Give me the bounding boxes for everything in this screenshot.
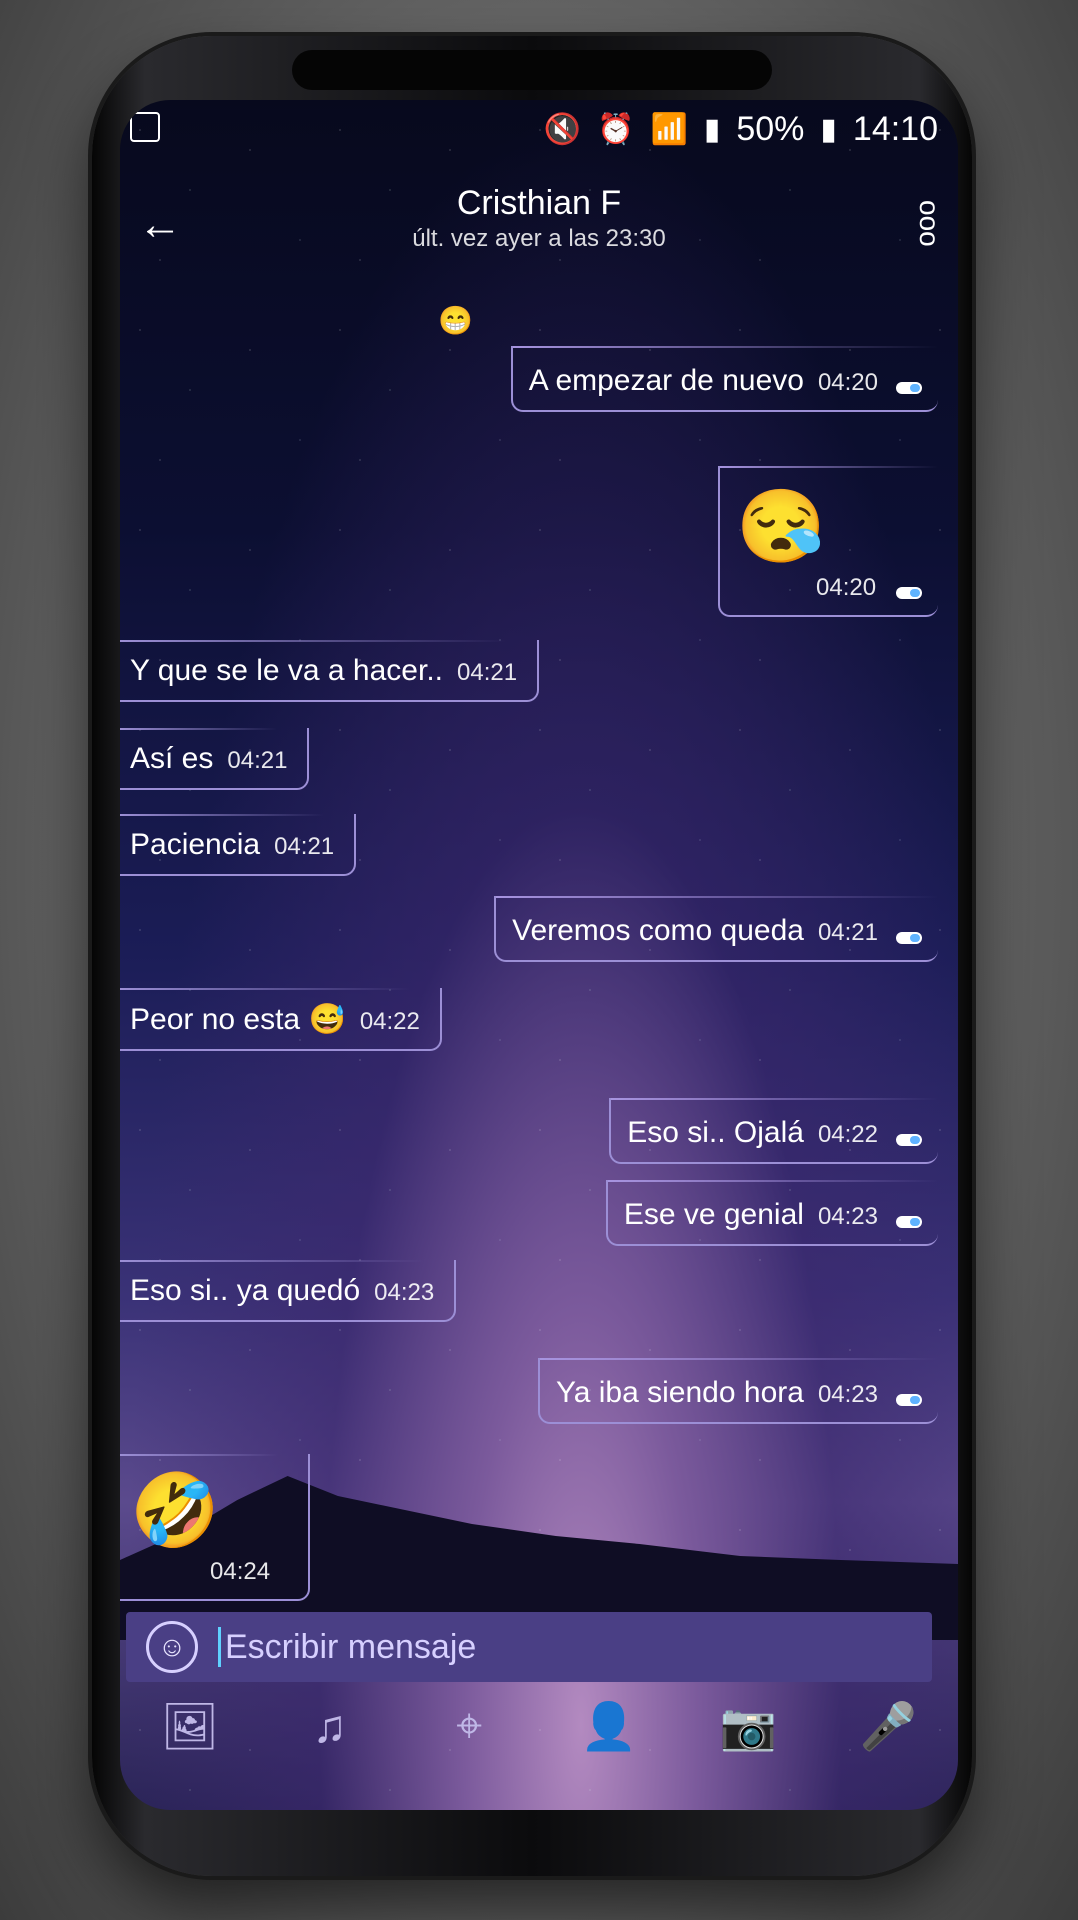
text-caret bbox=[218, 1627, 221, 1667]
message-text: A empezar de nuevo bbox=[528, 364, 804, 397]
message-bubble-outgoing[interactable]: A empezar de nuevo 04:20 bbox=[510, 346, 939, 412]
message-list: 😁 A empezar de nuevo 04:20 😪 04:20 Y que … bbox=[120, 280, 958, 1610]
message-text: Ese ve genial bbox=[623, 1198, 804, 1231]
message-input[interactable]: Escribir mensaje bbox=[225, 1628, 476, 1667]
status-right: 🔇 ⏰ 📶 ▮ 50% ▮ 14:10 bbox=[544, 110, 938, 149]
camera-icon[interactable]: 📷 bbox=[713, 1699, 783, 1754]
message-bubble-incoming[interactable]: Así es 04:21 bbox=[120, 728, 310, 790]
message-bubble-outgoing[interactable]: Eso si.. Ojalá 04:22 bbox=[609, 1098, 938, 1164]
message-time: 04:22 bbox=[359, 1008, 420, 1035]
signal-icon: ▮ bbox=[703, 113, 721, 146]
message-time: 04:21 bbox=[274, 833, 335, 860]
message-bubble-incoming[interactable]: Y que se le va a hacer.. 04:21 bbox=[120, 640, 540, 702]
message-time: 04:20 bbox=[816, 574, 877, 601]
message-time: 04:23 bbox=[817, 1381, 878, 1408]
last-seen: últ. vez ayer a las 23:30 bbox=[412, 225, 666, 252]
wifi-icon: 📶 bbox=[650, 113, 688, 146]
location-icon[interactable]: ⌖ bbox=[434, 1698, 504, 1754]
read-indicator-icon bbox=[896, 587, 922, 599]
message-input-bar[interactable]: ☺ Escribir mensaje bbox=[126, 1612, 932, 1682]
read-indicator-icon bbox=[896, 1394, 922, 1406]
battery-percent: 50% bbox=[736, 110, 805, 148]
message-bubble-outgoing[interactable]: Veremos como queda 04:21 bbox=[494, 896, 938, 962]
message-time: 04:23 bbox=[817, 1203, 878, 1230]
emoji-picker-icon[interactable]: ☺ bbox=[146, 1621, 198, 1673]
message-time: 04:22 bbox=[817, 1121, 878, 1148]
more-options-icon[interactable]: ooo bbox=[914, 200, 945, 247]
message-bubble-incoming[interactable]: Eso si.. ya quedó 04:23 bbox=[120, 1260, 457, 1322]
message-text: Eso si.. Ojalá bbox=[627, 1116, 804, 1149]
status-bar: 🔇 ⏰ 📶 ▮ 50% ▮ 14:10 bbox=[120, 100, 958, 170]
sleepy-face-emoji: 😪 bbox=[736, 487, 826, 567]
message-time: 04:21 bbox=[457, 659, 518, 686]
alarm-icon: ⏰ bbox=[597, 113, 635, 146]
reaction-emoji: 😁 bbox=[438, 305, 473, 336]
message-time: 04:20 bbox=[817, 369, 878, 396]
chat-screen: 🔇 ⏰ 📶 ▮ 50% ▮ 14:10 ← Cristhian F últ. v… bbox=[120, 100, 958, 1810]
message-text: Y que se le va a hacer.. bbox=[130, 654, 443, 687]
rolling-laughing-emoji: 🤣 bbox=[130, 1471, 220, 1551]
message-time: 04:21 bbox=[817, 919, 878, 946]
message-text: Peor no esta 😅 bbox=[130, 1003, 346, 1036]
read-indicator-icon bbox=[896, 382, 922, 394]
message-time: 04:24 bbox=[210, 1558, 271, 1585]
clock: 14:10 bbox=[852, 110, 938, 148]
image-icon bbox=[130, 112, 160, 142]
read-indicator-icon bbox=[896, 1134, 922, 1146]
chat-header: ← Cristhian F últ. vez ayer a las 23:30 … bbox=[120, 170, 958, 290]
mute-icon: 🔇 bbox=[543, 113, 582, 146]
contact-info[interactable]: Cristhian F últ. vez ayer a las 23:30 bbox=[120, 184, 958, 253]
attachment-toolbar: 🖼 ♫ ⌖ 👤 📷 🎤 bbox=[120, 1682, 958, 1770]
battery-icon: ▮ bbox=[820, 113, 837, 146]
read-indicator-icon bbox=[896, 932, 922, 944]
message-bubble-outgoing[interactable]: Ese ve genial 04:23 bbox=[605, 1180, 939, 1246]
read-indicator-icon bbox=[896, 1216, 922, 1228]
message-text: Paciencia bbox=[130, 828, 261, 861]
message-text: Veremos como queda bbox=[512, 914, 804, 947]
message-time: 04:21 bbox=[227, 747, 288, 774]
microphone-icon[interactable]: 🎤 bbox=[853, 1699, 923, 1754]
gallery-icon[interactable]: 🖼 bbox=[155, 1699, 225, 1754]
message-bubble-outgoing[interactable]: 😪 04:20 bbox=[718, 466, 938, 617]
message-bubble-incoming[interactable]: 🤣 04:24 bbox=[120, 1454, 310, 1601]
message-text: Eso si.. ya quedó bbox=[130, 1274, 361, 1307]
contact-icon[interactable]: 👤 bbox=[574, 1699, 644, 1754]
message-text: Ya iba siendo hora bbox=[555, 1376, 804, 1409]
message-time: 04:23 bbox=[374, 1279, 435, 1306]
contact-name: Cristhian F bbox=[456, 184, 622, 222]
music-icon[interactable]: ♫ bbox=[294, 1699, 364, 1753]
message-text: Así es bbox=[130, 742, 214, 775]
message-bubble-outgoing[interactable]: Ya iba siendo hora 04:23 bbox=[537, 1358, 939, 1424]
message-bubble-incoming[interactable]: Paciencia 04:21 bbox=[120, 814, 357, 876]
message-bubble-incoming[interactable]: Peor no esta 😅 04:22 bbox=[120, 988, 442, 1051]
